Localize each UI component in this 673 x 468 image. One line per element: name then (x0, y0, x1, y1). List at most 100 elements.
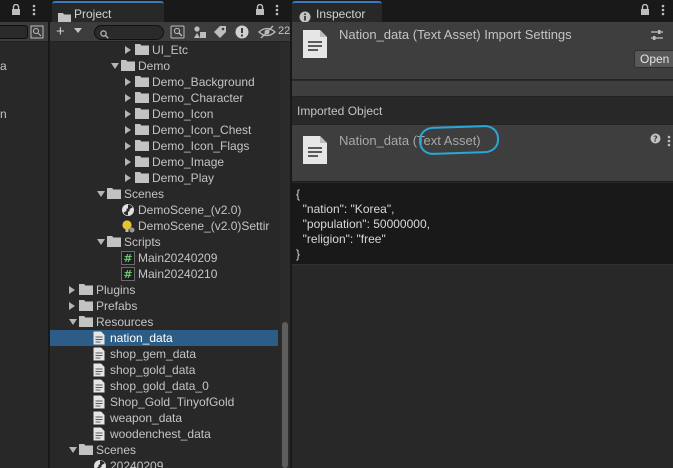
tree-item-label: DemoScene_(v2.0) (138, 203, 242, 217)
tree-item-label: Main20240210 (138, 267, 218, 281)
tree-item-label: woodenchest_data (110, 427, 211, 441)
create-plus-icon[interactable]: + (56, 24, 65, 39)
tab-inspector[interactable]: Inspector (292, 1, 382, 23)
chevron-right-icon[interactable] (125, 126, 131, 134)
chevron-down-icon[interactable] (69, 447, 77, 453)
annotation-highlight-circle (418, 124, 500, 156)
tree-asset-row[interactable]: nation_data (50, 330, 278, 346)
tree-item-label: Demo_Background (152, 75, 255, 89)
chevron-right-icon[interactable] (125, 94, 131, 102)
filter-by-type-icon[interactable] (192, 24, 209, 40)
search-by-type-icon[interactable] (170, 24, 187, 40)
tree-item-label: Demo_Image (152, 155, 225, 169)
code-line: "religion": "free" (296, 232, 386, 246)
tree-item-label: Main20240209 (138, 251, 218, 265)
kebab-menu-icon[interactable] (32, 3, 36, 20)
tree-item-label: UI_Etc (152, 43, 189, 57)
hidden-packages-eye-icon[interactable] (258, 24, 276, 40)
project-tabbar: Project (50, 0, 290, 23)
tree-folder-row[interactable]: Scripts (50, 234, 278, 250)
tree-folder-row[interactable]: Demo (50, 58, 278, 74)
inspector-empty-area (292, 266, 673, 468)
search-scope-icon[interactable] (30, 25, 46, 39)
warning-icon[interactable] (234, 24, 251, 40)
tree-item-label: Demo_Icon_Chest (152, 123, 252, 137)
tree-asset-row[interactable]: DemoScene_(v2.0) (50, 202, 278, 218)
chevron-right-icon[interactable] (125, 142, 131, 150)
chevron-right-icon[interactable] (125, 158, 131, 166)
unity-scene-icon (93, 459, 107, 468)
search-icon (100, 28, 109, 42)
chevron-right-icon[interactable] (125, 174, 131, 182)
tree-asset-row[interactable]: DemoScene_(v2.0)Settir (50, 218, 278, 234)
tree-folder-row[interactable]: Scenes (50, 186, 278, 202)
tree-folder-row[interactable]: Prefabs (50, 298, 278, 314)
folder-icon (107, 187, 121, 202)
chevron-down-icon[interactable] (97, 191, 105, 197)
chevron-right-icon[interactable] (69, 302, 75, 310)
chevron-right-icon[interactable] (125, 78, 131, 86)
chevron-right-icon[interactable] (125, 46, 131, 54)
tree-folder-row[interactable]: Demo_Play (50, 170, 278, 186)
project-search-input[interactable] (94, 25, 164, 40)
project-panel: Project + 22 UI_Etc Demo Demo_Background… (50, 0, 290, 468)
tree-asset-row[interactable]: # Main20240210 (50, 266, 278, 282)
help-icon[interactable]: ? (650, 133, 661, 147)
tree-folder-row[interactable]: Demo_Image (50, 154, 278, 170)
tree-item-label: Demo_Icon (152, 107, 214, 121)
folder-icon (79, 299, 93, 314)
tree-folder-row[interactable]: Scenes (50, 442, 278, 458)
tree-asset-row[interactable]: shop_gem_data (50, 346, 278, 362)
folder-icon (135, 155, 149, 170)
chevron-right-icon[interactable] (125, 110, 131, 118)
tree-folder-row[interactable]: Demo_Icon_Chest (50, 122, 278, 138)
tab-project[interactable]: Project (52, 1, 164, 23)
tree-asset-row[interactable]: shop_gold_data_0 (50, 378, 278, 394)
tree-asset-row[interactable]: 20240209 (50, 458, 278, 468)
kebab-menu-icon[interactable] (667, 134, 671, 151)
hierarchy-partial-text: a (0, 59, 7, 73)
scrollbar-thumb[interactable] (282, 322, 288, 468)
code-line: } (296, 247, 301, 261)
chevron-right-icon[interactable] (69, 286, 75, 294)
import-settings-title: Nation_data (Text Asset) Import Settings (339, 27, 572, 42)
preset-sliders-icon[interactable] (650, 28, 664, 45)
folder-icon (135, 43, 149, 58)
tree-asset-row[interactable]: woodenchest_data (50, 426, 278, 442)
hidden-packages-count: 22 (278, 25, 290, 37)
tree-item-label: Scenes (96, 443, 137, 457)
inspector-tabbar: Inspector (292, 0, 673, 23)
tree-asset-row[interactable]: # Main20240209 (50, 250, 278, 266)
tree-item-label: Scripts (124, 235, 161, 249)
section-separator (292, 81, 673, 97)
tree-folder-row[interactable]: Resources (50, 314, 278, 330)
lock-icon[interactable] (640, 3, 650, 19)
folder-icon (135, 107, 149, 122)
tree-folder-row[interactable]: Demo_Character (50, 90, 278, 106)
tree-item-label: weapon_data (110, 411, 183, 425)
kebab-menu-icon[interactable] (661, 3, 665, 20)
tree-folder-row[interactable]: Demo_Background (50, 74, 278, 90)
tree-folder-row[interactable]: Demo_Icon (50, 106, 278, 122)
tree-folder-row[interactable]: UI_Etc (50, 42, 278, 58)
tree-folder-row[interactable]: Demo_Icon_Flags (50, 138, 278, 154)
kebab-menu-icon[interactable] (275, 3, 279, 20)
folder-icon (135, 171, 149, 186)
project-scrollbar[interactable] (280, 42, 290, 468)
tree-folder-row[interactable]: Plugins (50, 282, 278, 298)
chevron-down-icon[interactable] (111, 63, 119, 69)
imported-object-label: Imported Object (297, 104, 383, 118)
tree-item-label: DemoScene_(v2.0)Settir (138, 219, 270, 233)
lock-icon[interactable] (11, 3, 21, 19)
tree-asset-row[interactable]: weapon_data (50, 410, 278, 426)
open-button[interactable]: Open (634, 50, 673, 68)
code-line: "nation": "Korea", (296, 202, 395, 216)
chevron-down-icon[interactable] (97, 239, 105, 245)
tree-asset-row[interactable]: shop_gold_data (50, 362, 278, 378)
hierarchy-search-input[interactable] (0, 25, 28, 39)
filter-by-label-icon[interactable] (212, 24, 229, 40)
lock-icon[interactable] (255, 3, 265, 19)
tree-asset-row[interactable]: Shop_Gold_TinyofGold (50, 394, 278, 410)
chevron-down-icon[interactable] (74, 28, 82, 33)
chevron-down-icon[interactable] (69, 319, 77, 325)
